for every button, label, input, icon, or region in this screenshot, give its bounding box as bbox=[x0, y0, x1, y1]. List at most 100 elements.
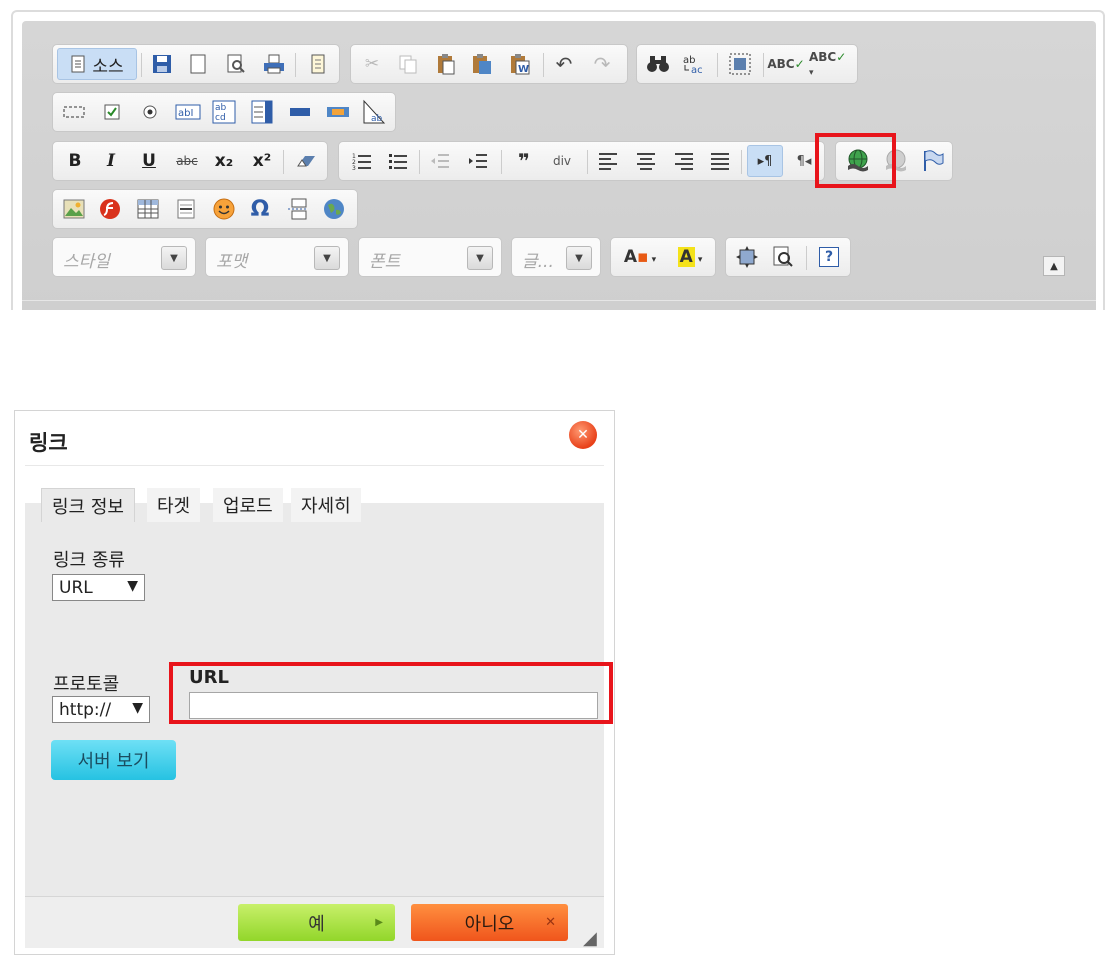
anchor-button[interactable] bbox=[918, 145, 948, 177]
align-left-button[interactable] bbox=[593, 145, 623, 177]
show-blocks-button[interactable] bbox=[768, 241, 798, 273]
textfield-button[interactable]: abI bbox=[173, 96, 203, 128]
paste-icon bbox=[438, 54, 455, 75]
link-type-select[interactable]: URL ▼ bbox=[52, 574, 145, 601]
dialog-title: 링크 bbox=[29, 431, 68, 455]
about-button[interactable]: ? bbox=[814, 241, 844, 273]
underline-button[interactable]: U bbox=[135, 145, 163, 177]
spellcheck-icon: ABC✓ bbox=[767, 57, 805, 71]
scayt-button[interactable]: ABC✓ ▾ bbox=[809, 48, 853, 80]
redo-icon: ↷ bbox=[593, 52, 611, 76]
indent-icon bbox=[469, 154, 487, 168]
button-button[interactable] bbox=[285, 96, 315, 128]
toolbar-collapse-button[interactable]: ▲ bbox=[1043, 256, 1065, 276]
format-combo[interactable]: 포맷 ▼ bbox=[205, 237, 349, 277]
special-char-button[interactable]: Ω bbox=[245, 193, 275, 225]
ok-button-label: 예 bbox=[308, 913, 325, 935]
paste-text-button[interactable] bbox=[467, 48, 497, 80]
subscript-button[interactable]: x₂ bbox=[209, 145, 239, 177]
image-button[interactable] bbox=[59, 193, 89, 225]
create-div-button[interactable]: div bbox=[545, 145, 579, 177]
about-icon: ? bbox=[819, 247, 839, 267]
text-color-icon: A▪ ▾ bbox=[623, 247, 657, 267]
radio-button[interactable] bbox=[135, 96, 165, 128]
style-combo[interactable]: 스타일 ▼ bbox=[52, 237, 196, 277]
bg-color-icon: A ▾ bbox=[677, 247, 703, 267]
bold-button[interactable]: B bbox=[61, 145, 89, 177]
copy-button[interactable] bbox=[393, 48, 423, 80]
ok-button[interactable]: 예 ▶ bbox=[238, 904, 395, 941]
font-size-combo[interactable]: 글... ▼ bbox=[511, 237, 601, 277]
undo-button[interactable]: ↶ bbox=[549, 48, 579, 80]
strike-button[interactable]: abc bbox=[171, 145, 203, 177]
font-combo[interactable]: 폰트 ▼ bbox=[358, 237, 502, 277]
tab-upload[interactable]: 업로드 bbox=[213, 488, 283, 522]
blockquote-icon: ❞ bbox=[518, 149, 530, 173]
text-color-button[interactable]: A▪ ▾ bbox=[617, 241, 663, 273]
resize-handle-icon[interactable]: ◢ bbox=[583, 928, 597, 949]
checkbox-button[interactable] bbox=[97, 96, 127, 128]
italic-button[interactable]: I bbox=[97, 145, 125, 177]
cancel-button[interactable]: 아니오 ✕ bbox=[411, 904, 568, 941]
tab-target[interactable]: 타겟 bbox=[147, 488, 201, 522]
bg-color-button[interactable]: A ▾ bbox=[667, 241, 713, 273]
close-icon: ✕ bbox=[545, 915, 556, 930]
bulleted-list-button[interactable] bbox=[383, 145, 413, 177]
image-button-button[interactable] bbox=[323, 96, 353, 128]
templates-button[interactable] bbox=[303, 48, 333, 80]
print-button[interactable] bbox=[259, 48, 289, 80]
page-break-button[interactable] bbox=[283, 193, 313, 225]
separator bbox=[141, 53, 142, 77]
print-icon bbox=[264, 54, 284, 74]
redo-button[interactable]: ↷ bbox=[587, 48, 617, 80]
chevron-down-icon: ▼ bbox=[161, 246, 187, 270]
justify-button[interactable] bbox=[705, 145, 735, 177]
remove-format-button[interactable] bbox=[291, 145, 321, 177]
cut-button[interactable]: ✂ bbox=[357, 48, 387, 80]
spellcheck-button[interactable]: ABC✓ bbox=[767, 48, 805, 80]
tab-advanced[interactable]: 자세히 bbox=[291, 488, 361, 522]
save-button[interactable] bbox=[147, 48, 177, 80]
align-right-button[interactable] bbox=[669, 145, 699, 177]
textarea-button[interactable]: ab cd bbox=[209, 96, 239, 128]
horizontal-rule-button[interactable] bbox=[171, 193, 201, 225]
source-icon bbox=[71, 55, 85, 73]
separator bbox=[806, 246, 807, 270]
close-button[interactable]: ✕ bbox=[569, 421, 597, 449]
smiley-icon bbox=[213, 198, 235, 220]
iframe-button[interactable] bbox=[319, 193, 349, 225]
hidden-field-button[interactable]: ab bbox=[359, 96, 391, 128]
form-button[interactable] bbox=[59, 96, 89, 128]
paste-button[interactable] bbox=[431, 48, 461, 80]
replace-button[interactable]: ab ac bbox=[679, 48, 709, 80]
indent-button[interactable] bbox=[463, 145, 493, 177]
chevron-down-icon: ▼ bbox=[132, 700, 143, 716]
align-center-button[interactable] bbox=[631, 145, 661, 177]
flash-button[interactable] bbox=[95, 193, 125, 225]
numbered-list-button[interactable]: 123 bbox=[347, 145, 377, 177]
select-all-icon bbox=[729, 53, 751, 75]
table-button[interactable] bbox=[133, 193, 163, 225]
templates-icon bbox=[311, 54, 325, 74]
outdent-button[interactable] bbox=[425, 145, 455, 177]
source-button[interactable]: 소스 bbox=[57, 48, 137, 80]
tab-link-info[interactable]: 링크 정보 bbox=[41, 488, 135, 522]
blockquote-button[interactable]: ❞ bbox=[509, 145, 539, 177]
protocol-select[interactable]: http:// ▼ bbox=[52, 696, 150, 723]
preview-button[interactable] bbox=[221, 48, 251, 80]
select-all-button[interactable] bbox=[725, 48, 755, 80]
smiley-button[interactable] bbox=[209, 193, 239, 225]
paste-word-button[interactable]: W bbox=[505, 48, 535, 80]
superscript-button[interactable]: x² bbox=[247, 145, 277, 177]
select-button[interactable] bbox=[247, 96, 277, 128]
bold-icon: B bbox=[68, 151, 82, 171]
table-icon bbox=[137, 199, 159, 219]
separator bbox=[763, 53, 764, 77]
maximize-button[interactable] bbox=[732, 241, 762, 273]
bidi-ltr-button[interactable]: ▸¶ bbox=[747, 145, 783, 177]
toolbar-group-editing: ab ac ABC✓ ABC✓ ▾ bbox=[636, 44, 858, 84]
copy-icon bbox=[399, 55, 417, 74]
new-page-button[interactable] bbox=[183, 48, 213, 80]
browse-server-button[interactable]: 서버 보기 bbox=[51, 740, 176, 780]
find-button[interactable] bbox=[643, 48, 673, 80]
